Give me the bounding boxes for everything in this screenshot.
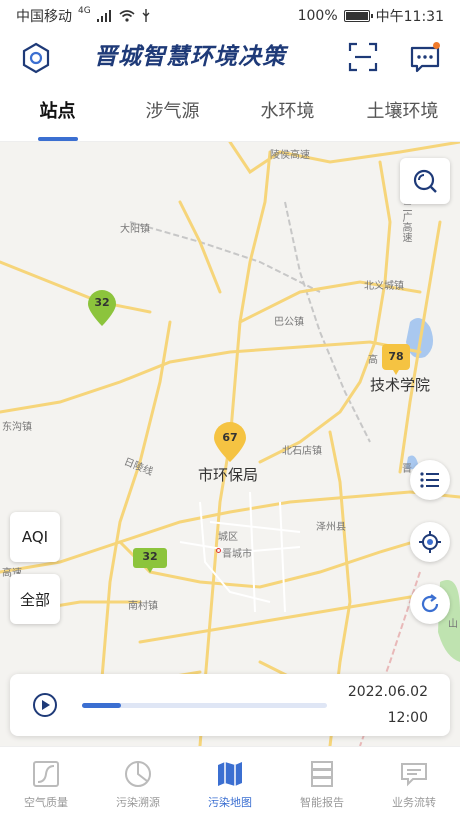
air-quality-icon [33, 761, 59, 787]
station-marker[interactable]: 32 [132, 546, 168, 582]
map-label-zexian: 泽州县 [316, 522, 346, 533]
hexagon-settings-icon [22, 42, 50, 74]
map-label-gaoping: 高 [368, 355, 378, 366]
nav-label: 智能报告 [300, 796, 344, 809]
marker-value: 67 [222, 431, 238, 444]
map-label-jincheng: 晋城市 [222, 549, 252, 560]
map-label-beiyi: 北义城镇 [364, 281, 404, 292]
map-label-bagong: 巴公镇 [274, 317, 304, 328]
workflow-icon [401, 763, 427, 787]
network-label: 4G [78, 6, 91, 16]
app-header: 晋城智慧环境决策 [0, 32, 460, 82]
nav-label: 空气质量 [24, 796, 68, 809]
battery-label: 100% [297, 8, 338, 24]
marker-value: 78 [388, 350, 404, 363]
marker-value: 32 [142, 550, 158, 563]
scan-button[interactable] [348, 42, 378, 72]
signal-icon [96, 10, 111, 22]
timeline-player: 2022.06.02 12:00 [10, 674, 450, 736]
locate-button[interactable] [410, 522, 450, 562]
nav-label: 业务流转 [392, 796, 436, 809]
carrier-label: 中国移动 [16, 9, 72, 25]
refresh-button[interactable] [410, 584, 450, 624]
map-search-button[interactable] [400, 158, 450, 204]
marker-value: 32 [94, 296, 110, 309]
scan-icon [348, 42, 378, 72]
tab-water[interactable]: 水环境 [230, 86, 345, 141]
usb-icon [142, 9, 150, 22]
clock-label: 中午11:31 [375, 9, 444, 25]
nav-label: 污染溯源 [116, 796, 160, 809]
map-label-shan: 山 [448, 619, 458, 630]
list-button[interactable] [410, 460, 450, 500]
settings-hex-button[interactable] [20, 42, 52, 74]
aqi-button[interactable]: AQI [10, 512, 60, 562]
map-label-dongkou: 东沟镇 [2, 422, 32, 433]
pollution-map[interactable]: 陵侯高速 大阳镇 二广高速 北义城镇 巴公镇 高 技术学院 东沟镇 北石店镇 日… [0, 142, 460, 746]
city-center-dot [216, 548, 221, 553]
wifi-icon [119, 10, 135, 22]
unread-dot [433, 42, 440, 49]
map-label-chengqu: 城区 [218, 532, 238, 543]
all-button[interactable]: 全部 [10, 574, 60, 624]
tab-soil[interactable]: 土壤环境 [345, 86, 460, 141]
tab-station[interactable]: 站点 [0, 86, 115, 141]
map-label-shihuanbao: 市环保局 [198, 466, 259, 484]
category-tabs: 站点 涉气源 水环境 土壤环境 [0, 86, 460, 142]
locate-icon [419, 531, 441, 553]
timeline-slider[interactable] [82, 703, 327, 708]
map-label-dayang: 大阳镇 [120, 224, 150, 235]
status-bar: 中国移动 4G 100% 中午11:31 [0, 0, 460, 32]
battery-icon [343, 10, 373, 22]
map-label-erguang: 二广高速 [400, 202, 411, 242]
station-marker[interactable]: 67 [212, 422, 248, 462]
nav-label: 污染地图 [208, 796, 252, 809]
timeline-date: 2022.06.02 [347, 684, 428, 700]
station-marker[interactable]: 32 [86, 290, 118, 326]
tab-gas-source[interactable]: 涉气源 [115, 86, 230, 141]
map-icon [218, 762, 242, 786]
pollution-trace-icon [125, 761, 151, 787]
report-icon [311, 761, 333, 787]
nav-air-quality[interactable]: 空气质量 [0, 747, 92, 818]
map-label-beishidian: 北石店镇 [282, 446, 322, 457]
timeline-progress [82, 703, 122, 708]
play-button[interactable] [32, 692, 58, 718]
play-icon [33, 693, 57, 717]
map-label-nancun: 南村镇 [128, 601, 158, 612]
map-label-lingchuan: 陵侯高速 [270, 150, 310, 161]
nav-pollution-trace[interactable]: 污染溯源 [92, 747, 184, 818]
bottom-navigation: 空气质量 污染溯源 污染地图 智能报告 业务流转 [0, 746, 460, 818]
message-button[interactable] [408, 40, 442, 74]
nav-pollution-map[interactable]: 污染地图 [184, 747, 276, 818]
app-title: 晋城智慧环境决策 [94, 44, 286, 70]
list-icon [420, 472, 439, 488]
timeline-time: 12:00 [387, 710, 428, 726]
station-marker[interactable]: 78 [380, 342, 412, 378]
refresh-icon [421, 594, 439, 613]
search-icon [413, 169, 437, 193]
nav-workflow[interactable]: 业务流转 [368, 747, 460, 818]
nav-smart-report[interactable]: 智能报告 [276, 747, 368, 818]
